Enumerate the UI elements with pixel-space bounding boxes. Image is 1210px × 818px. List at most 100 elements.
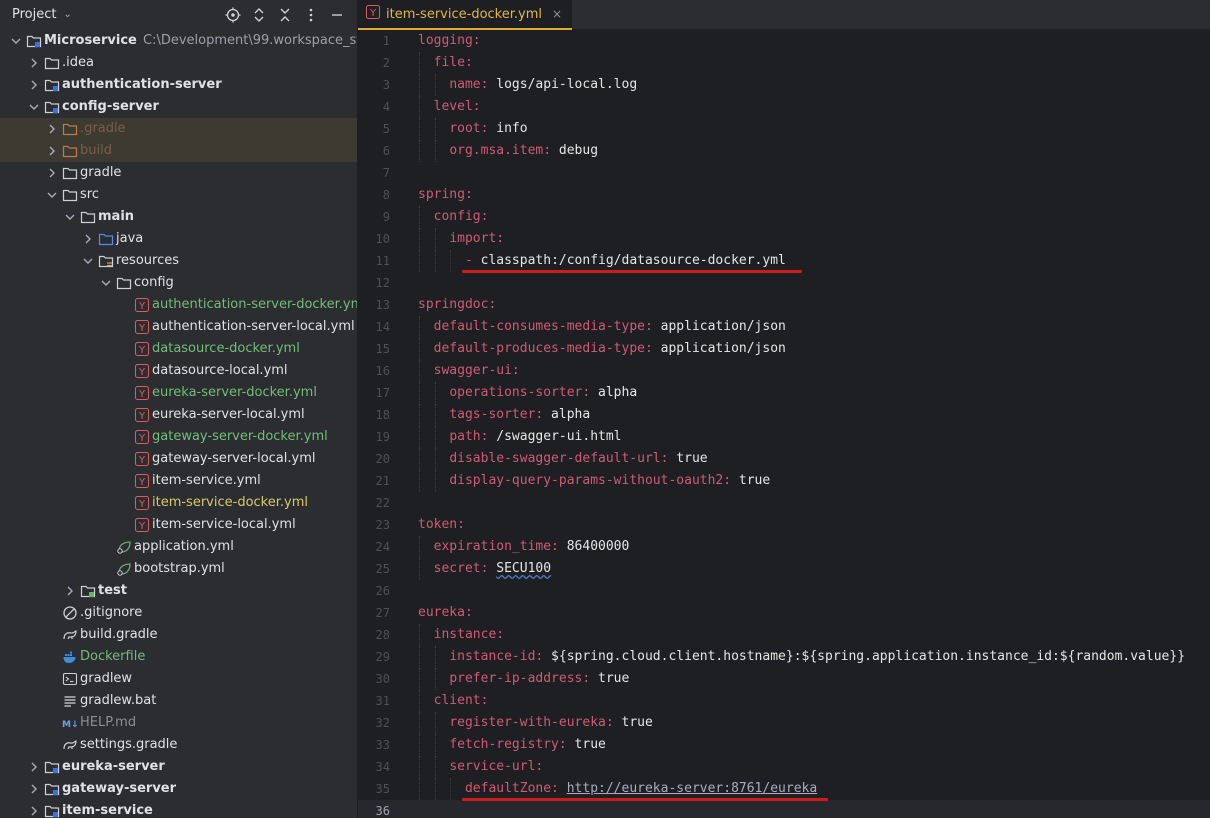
code-editor[interactable]: 1 logging: 2 file: 3 name: logs/api-local.l… xyxy=(358,30,1210,818)
chevron-right-icon[interactable] xyxy=(26,781,42,797)
tree-item-main[interactable]: main xyxy=(0,206,357,228)
code-line[interactable]: 22 xyxy=(358,492,1210,514)
code-line[interactable]: 35 defaultZone: http://eureka-server:876… xyxy=(358,778,1210,800)
code-line[interactable]: 7 xyxy=(358,162,1210,184)
tree-item-config[interactable]: config xyxy=(0,272,357,294)
code-line[interactable]: 29 instance-id: ${spring.cloud.client.ho… xyxy=(358,646,1210,668)
code-line[interactable]: 18 tags-sorter: alpha xyxy=(358,404,1210,426)
code-line[interactable]: 19 path: /swagger-ui.html xyxy=(358,426,1210,448)
chevron-right-icon[interactable] xyxy=(26,55,42,71)
tree-item-gitignore[interactable]: .gitignore xyxy=(0,602,357,624)
tree-item-item-service-local-yml[interactable]: Yitem-service-local.yml xyxy=(0,514,357,536)
tree-item-build[interactable]: build xyxy=(0,140,357,162)
code-line[interactable]: 21 display-query-params-without-oauth2: … xyxy=(358,470,1210,492)
code-line[interactable]: 5 root: info xyxy=(358,118,1210,140)
tree-item-gateway-server-docker-yml[interactable]: Ygateway-server-docker.yml xyxy=(0,426,357,448)
expand-all-icon[interactable] xyxy=(249,5,269,25)
tree-item-datasource-docker-yml[interactable]: Ydatasource-docker.yml xyxy=(0,338,357,360)
tree-item-config-server[interactable]: config-server xyxy=(0,96,357,118)
tree-item-help-md[interactable]: M↓ HELP.md xyxy=(0,712,357,734)
options-menu-icon[interactable] xyxy=(301,5,321,25)
chevron-right-icon[interactable] xyxy=(26,803,42,818)
code-line[interactable]: 32 register-with-eureka: true xyxy=(358,712,1210,734)
tree-item-idea[interactable]: .idea xyxy=(0,52,357,74)
tree-item-datasource-local-yml[interactable]: Ydatasource-local.yml xyxy=(0,360,357,382)
code-line[interactable]: 16 swagger-ui: xyxy=(358,360,1210,382)
code-line[interactable]: 11 - classpath:/config/datasource-docker… xyxy=(358,250,1210,272)
editor-tab-active[interactable]: Y item-service-docker.yml × xyxy=(358,0,573,30)
tree-item-gradle[interactable]: .gradle xyxy=(0,118,357,140)
select-opened-file-icon[interactable] xyxy=(223,5,243,25)
code-line[interactable]: 23 token: xyxy=(358,514,1210,536)
tree-item-item-service-docker-yml[interactable]: Yitem-service-docker.yml xyxy=(0,492,357,514)
code-line[interactable]: 3 name: logs/api-local.log xyxy=(358,74,1210,96)
tree-item-item-service-yml[interactable]: Yitem-service.yml xyxy=(0,470,357,492)
tree-item-settings-gradle[interactable]: settings.gradle xyxy=(0,734,357,756)
tree-item-java[interactable]: java xyxy=(0,228,357,250)
code-line[interactable]: 20 disable-swagger-default-url: true xyxy=(358,448,1210,470)
tree-item-microservice[interactable]: Microservice C:\Development\99.workspace_… xyxy=(0,30,357,52)
code-line[interactable]: 34 service-url: xyxy=(358,756,1210,778)
code-line[interactable]: 27 eureka: xyxy=(358,602,1210,624)
yaml-value: application/json xyxy=(652,319,786,334)
code-line[interactable]: 25 secret: SECU100 xyxy=(358,558,1210,580)
tree-item-gradle[interactable]: gradle xyxy=(0,162,357,184)
code-line[interactable]: 10 import: xyxy=(358,228,1210,250)
tree-item-authentication-server-docker-yml[interactable]: Yauthentication-server-docker.yml xyxy=(0,294,357,316)
code-line[interactable]: 36 xyxy=(358,800,1210,818)
tree-item-dockerfile[interactable]: Dockerfile xyxy=(0,646,357,668)
code-line[interactable]: 33 fetch-registry: true xyxy=(358,734,1210,756)
yaml-key: swagger-ui: xyxy=(433,363,520,378)
code-line[interactable]: 2 file: xyxy=(358,52,1210,74)
tree-item-eureka-server-local-yml[interactable]: Yeureka-server-local.yml xyxy=(0,404,357,426)
code-line[interactable]: 13 springdoc: xyxy=(358,294,1210,316)
tree-item-gateway-server[interactable]: gateway-server xyxy=(0,778,357,800)
tree-item-gradlew-bat[interactable]: gradlew.bat xyxy=(0,690,357,712)
tree-item-src[interactable]: src xyxy=(0,184,357,206)
tree-item-eureka-server[interactable]: eureka-server xyxy=(0,756,357,778)
tree-item-test[interactable]: test xyxy=(0,580,357,602)
chevron-right-icon[interactable] xyxy=(44,165,60,181)
tree-item-authentication-server[interactable]: authentication-server xyxy=(0,74,357,96)
code-line[interactable]: 28 instance: xyxy=(358,624,1210,646)
tree-item-build-gradle[interactable]: build.gradle xyxy=(0,624,357,646)
code-line[interactable]: 12 xyxy=(358,272,1210,294)
chevron-right-icon[interactable] xyxy=(62,583,78,599)
tree-item-bootstrap-yml[interactable]: bootstrap.yml xyxy=(0,558,357,580)
tree-item-application-yml[interactable]: application.yml xyxy=(0,536,357,558)
tree-item-gateway-server-local-yml[interactable]: Ygateway-server-local.yml xyxy=(0,448,357,470)
code-line[interactable]: 14 default-consumes-media-type: applicat… xyxy=(358,316,1210,338)
chevron-right-icon[interactable] xyxy=(26,759,42,775)
code-line[interactable]: 17 operations-sorter: alpha xyxy=(358,382,1210,404)
hide-panel-icon[interactable] xyxy=(327,5,347,25)
tree-item-gradlew[interactable]: gradlew xyxy=(0,668,357,690)
chevron-right-icon[interactable] xyxy=(26,77,42,93)
yaml-key: instance-id: xyxy=(449,649,544,664)
chevron-right-icon[interactable] xyxy=(44,121,60,137)
code-line[interactable]: 26 xyxy=(358,580,1210,602)
code-line[interactable]: 8 spring: xyxy=(358,184,1210,206)
code-line[interactable]: 1 logging: xyxy=(358,30,1210,52)
tree-item-item-service[interactable]: item-service xyxy=(0,800,357,818)
close-tab-icon[interactable]: × xyxy=(552,7,562,21)
code-line[interactable]: 31 client: xyxy=(358,690,1210,712)
chevron-down-icon[interactable] xyxy=(8,33,24,49)
chevron-down-icon[interactable] xyxy=(98,275,114,291)
chevron-down-icon[interactable] xyxy=(26,99,42,115)
code-line[interactable]: 15 default-produces-media-type: applicat… xyxy=(358,338,1210,360)
code-line[interactable]: 30 prefer-ip-address: true xyxy=(358,668,1210,690)
chevron-down-icon[interactable] xyxy=(80,253,96,269)
code-line[interactable]: 4 level: xyxy=(358,96,1210,118)
tree-item-resources[interactable]: resources xyxy=(0,250,357,272)
code-line[interactable]: 9 config: xyxy=(358,206,1210,228)
chevron-right-icon[interactable] xyxy=(80,231,96,247)
tree-item-authentication-server-local-yml[interactable]: Yauthentication-server-local.yml xyxy=(0,316,357,338)
chevron-right-icon[interactable] xyxy=(44,143,60,159)
tree-item-eureka-server-docker-yml[interactable]: Yeureka-server-docker.yml xyxy=(0,382,357,404)
code-line[interactable]: 24 expiration_time: 86400000 xyxy=(358,536,1210,558)
chevron-down-icon[interactable] xyxy=(62,209,78,225)
chevron-down-icon[interactable] xyxy=(44,187,60,203)
collapse-all-icon[interactable] xyxy=(275,5,295,25)
code-line[interactable]: 6 org.msa.item: debug xyxy=(358,140,1210,162)
project-view-dropdown[interactable]: Project ⌄ xyxy=(12,7,72,22)
